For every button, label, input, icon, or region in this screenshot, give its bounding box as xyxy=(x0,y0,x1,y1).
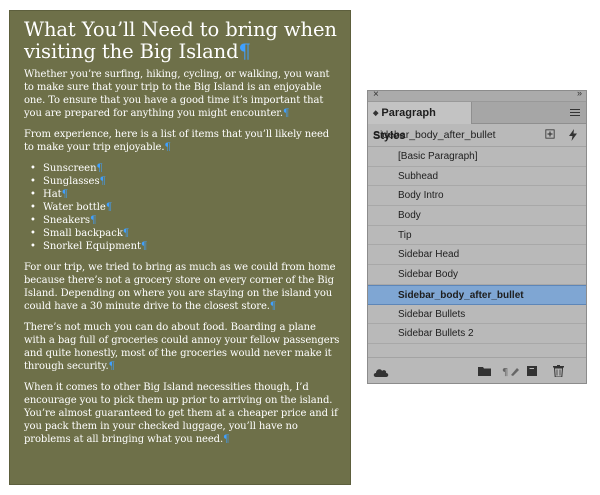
document-page: What You’ll Need to bring when visiting … xyxy=(9,10,351,485)
list-item[interactable]: Snorkel Equipment¶ xyxy=(30,240,340,253)
redefine-style-icon[interactable] xyxy=(527,365,537,377)
list-item[interactable]: Sneakers¶ xyxy=(30,214,340,227)
tab-arrows-icon[interactable]: ◆ xyxy=(373,110,378,117)
style-item-selected[interactable]: Sidebar_body_after_bullet xyxy=(368,284,586,305)
style-item[interactable]: Sidebar Bullets xyxy=(368,305,586,325)
panel-menu-icon[interactable] xyxy=(570,109,580,118)
style-item[interactable]: Sidebar Body xyxy=(368,265,586,285)
body-paragraph-1[interactable]: Whether you’re surfing, hiking, cycling,… xyxy=(24,68,340,120)
new-style-group-icon[interactable] xyxy=(545,129,555,139)
close-icon[interactable]: × xyxy=(373,89,379,100)
list-item[interactable]: Small backpack¶ xyxy=(30,227,340,240)
svg-text:¶: ¶ xyxy=(502,367,508,377)
document-title[interactable]: What You’ll Need to bring when visiting … xyxy=(24,19,340,63)
collapse-icon[interactable]: » xyxy=(577,88,582,98)
style-item[interactable]: Sidebar Head xyxy=(368,245,586,266)
body-paragraph-3[interactable]: For our trip, we tried to bring as much … xyxy=(24,261,340,313)
current-style-header: Sidebar_body_after_bullet xyxy=(368,124,586,147)
cloud-library-icon[interactable] xyxy=(373,366,389,378)
body-paragraph-5[interactable]: When it comes to other Big Island necess… xyxy=(24,381,340,446)
list-item[interactable]: Sunglasses¶ xyxy=(30,175,340,188)
tab-paragraph-styles[interactable]: ◆ Paragraph Styles xyxy=(368,102,472,142)
panel-footer: ¶ xyxy=(368,357,586,383)
list-item[interactable]: Hat¶ xyxy=(30,188,340,201)
clear-overrides-icon[interactable]: ¶ xyxy=(502,365,520,377)
paragraph-styles-panel: × » ◆ Paragraph Styles Sidebar_body_after… xyxy=(367,88,587,384)
body-paragraph-2[interactable]: From experience, here is a list of items… xyxy=(24,128,340,154)
trash-icon[interactable] xyxy=(553,365,564,377)
style-item[interactable]: Tip xyxy=(368,226,586,246)
items-list: Sunscreen¶ Sunglasses¶ Hat¶ Water bottle… xyxy=(24,162,340,253)
body-paragraph-4[interactable]: There’s not much you can do about food. … xyxy=(24,321,340,373)
panel-tab-bar: ◆ Paragraph Styles xyxy=(368,102,586,142)
current-style-name: Sidebar_body_after_bullet xyxy=(373,129,496,141)
lightning-icon[interactable] xyxy=(569,129,577,141)
panel-chrome-bar: × » xyxy=(368,88,586,102)
style-item[interactable]: Body xyxy=(368,206,586,226)
list-item[interactable]: Water bottle¶ xyxy=(30,201,340,214)
folder-icon[interactable] xyxy=(478,365,491,377)
style-item[interactable]: [Basic Paragraph] xyxy=(368,147,586,167)
style-item[interactable]: Sidebar Bullets 2 xyxy=(368,324,586,344)
style-item[interactable]: Body Intro xyxy=(368,186,586,207)
style-item[interactable]: Subhead xyxy=(368,167,586,187)
list-item[interactable]: Sunscreen¶ xyxy=(30,162,340,175)
style-list: [Basic Paragraph] Subhead Body Intro Bod… xyxy=(368,147,586,344)
